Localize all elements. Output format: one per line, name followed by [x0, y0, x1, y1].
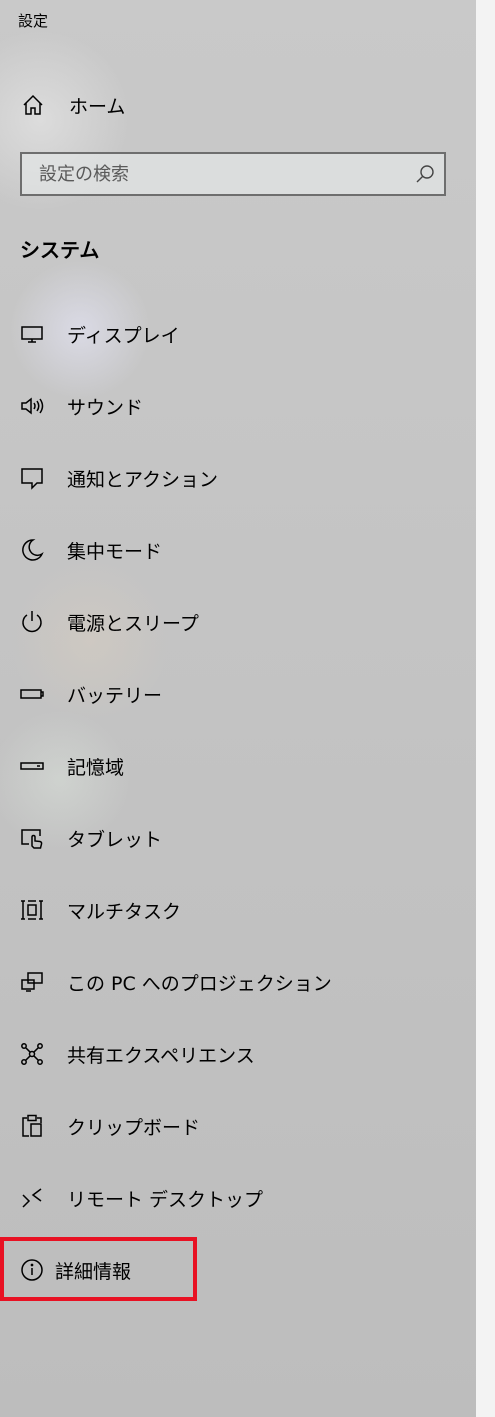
nav-item-label: 電源とスリープ: [67, 612, 199, 635]
section-title: システム: [20, 238, 100, 262]
nav-item-label: 通知とアクション: [67, 468, 219, 491]
nav-item-label: 集中モード: [67, 540, 163, 563]
nav-item-about[interactable]: 詳細情報: [0, 1234, 476, 1306]
nav-item-notifications[interactable]: 通知とアクション: [0, 442, 476, 514]
nav-item-focus-assist[interactable]: 集中モード: [0, 514, 476, 586]
projection-icon: [18, 968, 46, 996]
nav-item-label: クリップボード: [67, 1116, 201, 1139]
tablet-icon: [18, 824, 46, 852]
home-icon: [20, 92, 46, 118]
monitor-icon: [18, 320, 46, 348]
nav-item-label: 記憶域: [67, 756, 125, 779]
nav-item-label: バッテリー: [67, 684, 163, 707]
search-box[interactable]: [20, 152, 446, 196]
nav-item-label: 共有エクスペリエンス: [67, 1044, 255, 1067]
nav-item-sound[interactable]: サウンド: [0, 370, 476, 442]
nav-item-label: タブレット: [67, 828, 163, 851]
home-nav-item[interactable]: ホーム: [20, 90, 125, 120]
clipboard-icon: [18, 1112, 46, 1140]
nav-item-label: 詳細情報: [55, 1260, 132, 1283]
storage-icon: [18, 752, 46, 780]
window-title: 設定: [18, 12, 49, 30]
search-icon[interactable]: [414, 163, 436, 185]
nav-item-multitasking[interactable]: マルチタスク: [0, 874, 476, 946]
shared-experience-icon: [18, 1040, 46, 1068]
nav-item-battery[interactable]: バッテリー: [0, 658, 476, 730]
right-edge-strip: [476, 0, 495, 1417]
nav-item-storage[interactable]: 記憶域: [0, 730, 476, 802]
power-icon: [18, 608, 46, 636]
moon-icon: [18, 536, 46, 564]
nav-item-power-sleep[interactable]: 電源とスリープ: [0, 586, 476, 658]
nav-item-projecting[interactable]: この PC へのプロジェクション: [0, 946, 476, 1018]
nav-item-remote-desktop[interactable]: リモート デスクトップ: [0, 1162, 476, 1234]
nav-item-tablet[interactable]: タブレット: [0, 802, 476, 874]
nav-item-label: リモート デスクトップ: [67, 1188, 264, 1211]
nav-item-label: マルチタスク: [67, 900, 182, 923]
nav-item-display[interactable]: ディスプレイ: [0, 298, 476, 370]
notification-icon: [18, 464, 46, 492]
remote-desktop-icon: [18, 1184, 46, 1212]
info-icon: [18, 1256, 46, 1284]
multitask-icon: [18, 896, 46, 924]
battery-icon: [18, 680, 46, 708]
nav-item-label: この PC へのプロジェクション: [67, 972, 332, 995]
nav-item-label: サウンド: [67, 396, 144, 419]
speaker-icon: [18, 392, 46, 420]
search-input[interactable]: [22, 154, 419, 194]
nav-item-clipboard[interactable]: クリップボード: [0, 1090, 476, 1162]
home-label: ホーム: [69, 95, 126, 118]
nav-item-label: ディスプレイ: [67, 324, 180, 347]
nav-item-shared-experiences[interactable]: 共有エクスペリエンス: [0, 1018, 476, 1090]
